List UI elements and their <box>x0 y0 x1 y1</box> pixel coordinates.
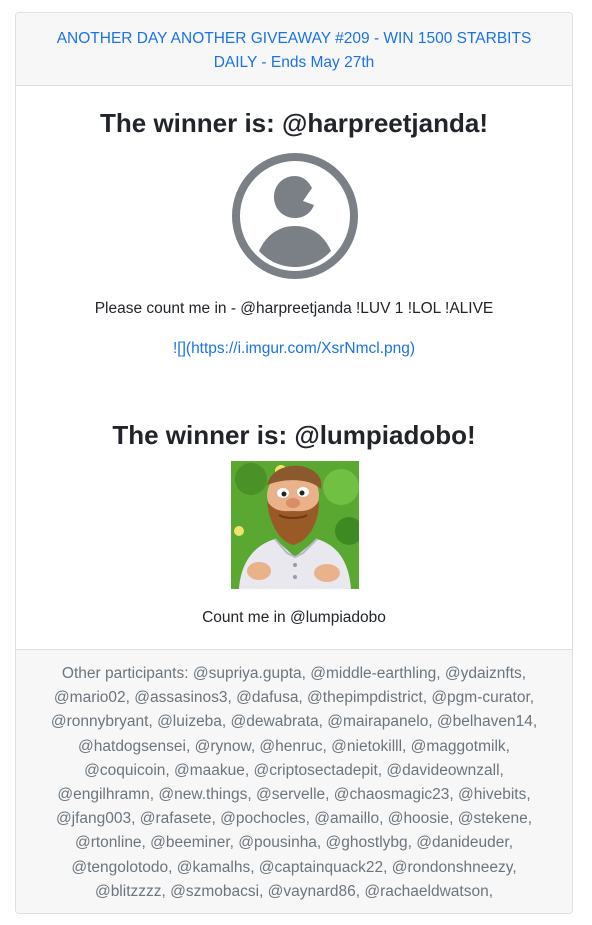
winner-title-2: The winner is: @lumpiadobo! <box>112 420 476 450</box>
image-link-container: ![](https://i.imgur.com/XsrNmcl.png) <box>16 340 572 358</box>
card-body: The winner is: @harpreetjanda! Please co… <box>16 86 572 649</box>
other-participants-text: Other participants: @supriya.gupta, @mid… <box>50 665 538 900</box>
bearded-man-avatar <box>231 461 359 589</box>
winner-comment-1: Please count me in - @harpreetjanda !LUV… <box>94 300 494 317</box>
giveaway-link[interactable]: ANOTHER DAY ANOTHER GIVEAWAY #209 - WIN … <box>34 27 554 75</box>
winner-comment-2: Count me in @lumpiadobo <box>202 609 386 626</box>
image-link[interactable]: ![](https://i.imgur.com/XsrNmcl.png) <box>173 340 415 357</box>
card-footer: Other participants: @supriya.gupta, @mid… <box>16 649 572 913</box>
giveaway-card: ANOTHER DAY ANOTHER GIVEAWAY #209 - WIN … <box>15 12 573 914</box>
card-header: ANOTHER DAY ANOTHER GIVEAWAY #209 - WIN … <box>16 13 572 86</box>
winner-title-1: The winner is: @harpreetjanda! <box>100 108 488 138</box>
user-circle-icon <box>231 152 359 280</box>
bearded-man-avatar-graphic <box>231 461 359 589</box>
user-circle-icon-graphic <box>232 153 358 279</box>
